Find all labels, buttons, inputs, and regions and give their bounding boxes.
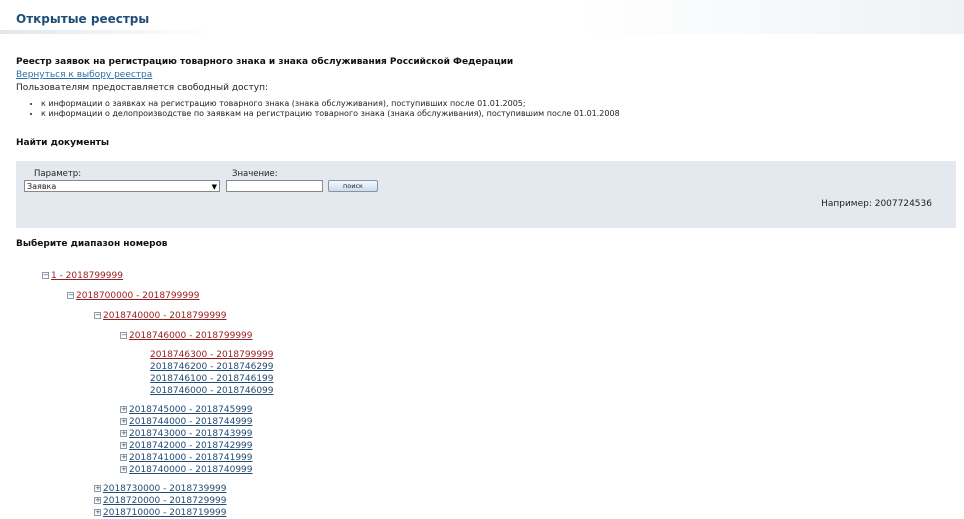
parameter-selected-value: Заявка — [27, 182, 57, 191]
tree-node-link[interactable]: 2018743000 - 2018743999 — [129, 429, 253, 439]
tree-leaf: 2018746000 - 2018746099 — [150, 386, 274, 397]
collapse-icon[interactable]: − — [42, 272, 49, 279]
tree-node-link[interactable]: 2018700000 - 2018799999 — [76, 291, 200, 301]
tree-node-link[interactable]: 1 - 2018799999 — [51, 271, 123, 281]
tree-node-link[interactable]: 2018744000 - 2018744999 — [129, 417, 253, 427]
parameter-label: Параметр: — [34, 169, 82, 179]
expand-icon[interactable]: + — [120, 442, 127, 449]
tree-leaf-link[interactable]: 2018746200 - 2018746299 — [150, 362, 274, 372]
tree-node-link[interactable]: 2018740000 - 2018799999 — [103, 311, 227, 321]
tree-node: −2018700000 - 2018799999 — [67, 291, 200, 302]
search-panel: Параметр: Значение: Заявка ▼ поиск Напри… — [16, 161, 956, 228]
registry-heading: Реестр заявок на регистрацию товарного з… — [16, 57, 514, 67]
tree-node: −2018746000 - 2018799999 — [120, 331, 253, 342]
tree-node: +2018720000 - 2018729999 — [94, 496, 227, 507]
collapse-icon[interactable]: − — [120, 332, 127, 339]
tree-node-link[interactable]: 2018745000 - 2018745999 — [129, 405, 253, 415]
tree-leaf-link[interactable]: 2018746000 - 2018746099 — [150, 386, 274, 396]
tree-node: +2018730000 - 2018739999 — [94, 484, 227, 495]
tree-node: −1 - 2018799999 — [42, 271, 123, 282]
tree-leaf-link[interactable]: 2018746300 - 2018799999 — [150, 350, 274, 360]
expand-icon[interactable]: + — [94, 509, 101, 516]
range-select-title: Выберите диапазон номеров — [16, 239, 168, 249]
title-underline — [0, 30, 214, 34]
tree-node-link[interactable]: 2018720000 - 2018729999 — [103, 496, 227, 506]
expand-icon[interactable]: + — [94, 485, 101, 492]
value-label: Значение: — [232, 169, 278, 179]
tree-node-link[interactable]: 2018710000 - 2018719999 — [103, 508, 227, 518]
access-list: к информации о заявках на регистрацию то… — [24, 99, 620, 119]
example-hint: Например: 2007724536 — [821, 199, 932, 209]
tree-leaf: 2018746200 - 2018746299 — [150, 362, 274, 373]
tree-node: +2018743000 - 2018743999 — [120, 429, 253, 440]
tree-node-link[interactable]: 2018730000 - 2018739999 — [103, 484, 227, 494]
parameter-select[interactable]: Заявка ▼ — [24, 180, 220, 192]
tree-leaf: 2018746300 - 2018799999 — [150, 350, 274, 361]
back-to-registry-link[interactable]: Вернуться к выбору реестра — [16, 70, 152, 80]
page-title: Открытые реестры — [16, 12, 150, 26]
tree-node-link[interactable]: 2018740000 - 2018740999 — [129, 465, 253, 475]
collapse-icon[interactable]: − — [94, 312, 101, 319]
tree-node: +2018740000 - 2018740999 — [120, 465, 253, 476]
tree-node: +2018741000 - 2018741999 — [120, 453, 253, 464]
tree-node: −2018740000 - 2018799999 — [94, 311, 227, 322]
tree-node: +2018745000 - 2018745999 — [120, 405, 253, 416]
tree-node-link[interactable]: 2018742000 - 2018742999 — [129, 441, 253, 451]
expand-icon[interactable]: + — [120, 418, 127, 425]
intro-text: Пользователям предоставляется свободный … — [16, 83, 268, 93]
search-button[interactable]: поиск — [328, 180, 378, 192]
tree-node: +2018710000 - 2018719999 — [94, 508, 227, 519]
access-item: к информации о заявках на регистрацию то… — [41, 99, 620, 109]
tree-node-link[interactable]: 2018741000 - 2018741999 — [129, 453, 253, 463]
collapse-icon[interactable]: − — [67, 292, 74, 299]
tree-node: +2018742000 - 2018742999 — [120, 441, 253, 452]
dropdown-arrow-icon: ▼ — [211, 183, 217, 191]
find-documents-title: Найти документы — [16, 138, 110, 148]
tree-node: +2018744000 - 2018744999 — [120, 417, 253, 428]
tree-leaf: 2018746100 - 2018746199 — [150, 374, 274, 385]
expand-icon[interactable]: + — [120, 430, 127, 437]
value-input[interactable] — [226, 180, 323, 192]
expand-icon[interactable]: + — [94, 497, 101, 504]
expand-icon[interactable]: + — [120, 454, 127, 461]
expand-icon[interactable]: + — [120, 406, 127, 413]
expand-icon[interactable]: + — [120, 466, 127, 473]
tree-node-link[interactable]: 2018746000 - 2018799999 — [129, 331, 253, 341]
access-item: к информации о делопроизводстве по заявк… — [41, 109, 620, 119]
tree-leaf-link[interactable]: 2018746100 - 2018746199 — [150, 374, 274, 384]
